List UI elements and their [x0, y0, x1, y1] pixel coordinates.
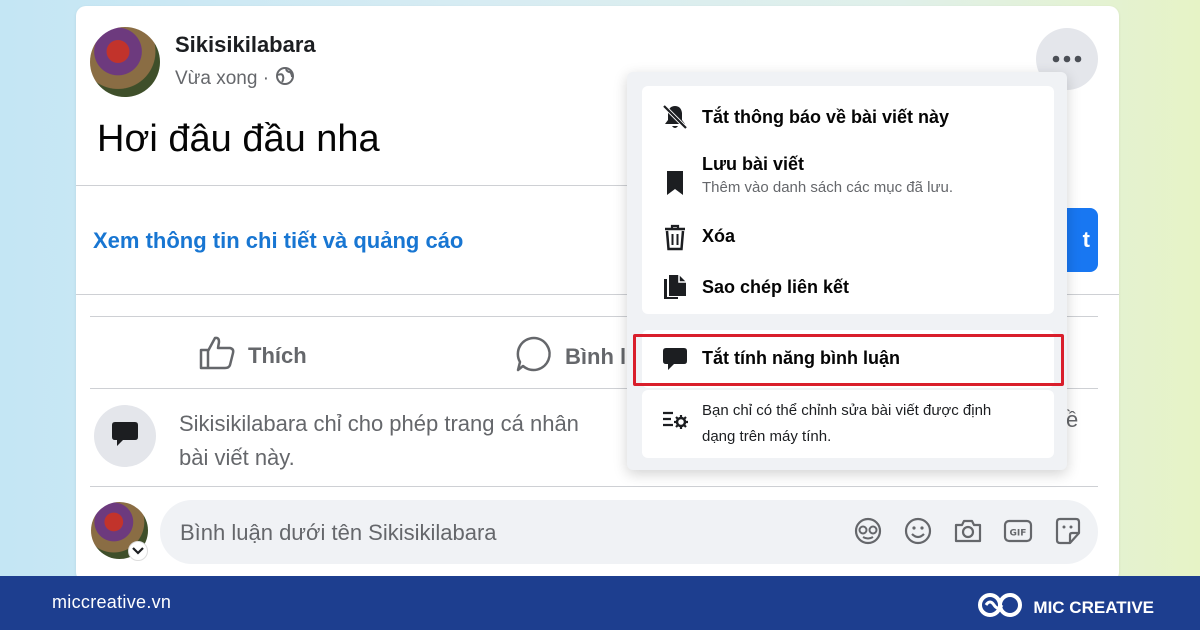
mic-logo-icon	[977, 590, 1023, 625]
restriction-line-2: bài viết này.	[179, 445, 295, 470]
menu-group-main: Tắt thông báo về bài viết này Lưu bài vi…	[642, 86, 1054, 314]
menu-item-mute-notifications[interactable]: Tắt thông báo về bài viết này	[642, 86, 1054, 146]
divider	[90, 486, 1098, 487]
comment-restriction-text: Sikisikilabara chỉ cho phép trang cá nhâ…	[179, 407, 629, 475]
footer-brand-name: MIC CREATIVE	[1033, 597, 1154, 617]
post-options-menu: Tắt thông báo về bài viết này Lưu bài vi…	[627, 72, 1067, 470]
menu-label-copy-link: Sao chép liên kết	[702, 277, 850, 297]
copy-icon	[660, 272, 690, 302]
comment-tools: GIF	[852, 515, 1084, 547]
divider	[76, 185, 636, 186]
footer-bar: miccreative.vn MIC CREATIVE	[0, 576, 1200, 630]
like-label: Thích	[248, 343, 307, 368]
like-button[interactable]: Thích	[198, 335, 307, 377]
post-meta: Vừa xong ·	[175, 66, 295, 92]
details-ads-link[interactable]: Xem thông tin chi tiết và quảng cáo	[93, 228, 463, 254]
author-avatar[interactable]	[90, 27, 160, 97]
restriction-text-tail: ề	[1066, 407, 1079, 432]
post-text: Hơi đâu đầu nha	[97, 118, 380, 160]
comment-input[interactable]: Bình luận dưới tên Sikisikilabara GIF	[160, 500, 1098, 564]
menu-item-edit-note: Bạn chỉ có thể chỉnh sửa bài viết được đ…	[642, 390, 1054, 458]
author-name[interactable]: Sikisikilabara	[175, 32, 316, 58]
sticker-icon[interactable]	[1052, 515, 1084, 547]
footer-website[interactable]: miccreative.vn	[52, 592, 171, 613]
restriction-line-1: Sikisikilabara chỉ cho phép trang cá nhâ…	[179, 411, 579, 436]
thumbs-up-icon	[198, 335, 236, 377]
edit-settings-icon	[660, 406, 690, 436]
menu-label-save: Lưu bài viết	[702, 154, 805, 174]
bell-off-icon	[660, 102, 690, 132]
emoji-icon[interactable]	[902, 515, 934, 547]
footer-brand: MIC CREATIVE	[977, 590, 1154, 625]
chevron-down-icon	[132, 542, 144, 560]
profile-switch-button[interactable]	[128, 541, 148, 561]
svg-text:GIF: GIF	[1010, 529, 1027, 539]
restriction-icon-circle	[94, 405, 156, 467]
speech-bubble-icon	[110, 419, 140, 454]
menu-label-delete: Xóa	[702, 226, 736, 246]
menu-item-copy-link[interactable]: Sao chép liên kết	[642, 262, 1054, 314]
menu-label-mute: Tắt thông báo về bài viết này	[702, 107, 950, 127]
comment-button[interactable]: Bình l	[515, 335, 626, 379]
edit-note-line-2: dạng trên máy tính.	[702, 428, 832, 445]
cta-label: t	[1082, 227, 1090, 252]
avatar-sticker-icon[interactable]	[852, 515, 884, 547]
bookmark-icon	[660, 168, 690, 198]
menu-item-save-post[interactable]: Lưu bài viết Thêm vào danh sách các mục …	[642, 146, 1054, 212]
menu-item-delete[interactable]: Xóa	[642, 212, 1054, 262]
highlight-box	[633, 334, 1064, 386]
comment-placeholder: Bình luận dưới tên Sikisikilabara	[180, 520, 497, 545]
camera-icon[interactable]	[952, 515, 984, 547]
comment-label: Bình l	[565, 344, 627, 369]
trash-icon	[660, 222, 690, 252]
comment-bubble-icon	[515, 335, 553, 379]
menu-sub-save: Thêm vào danh sách các mục đã lưu.	[702, 179, 954, 196]
post-time[interactable]: Vừa xong ·	[175, 68, 269, 90]
gif-icon[interactable]: GIF	[1002, 515, 1034, 547]
menu-group-edit-note: Bạn chỉ có thể chỉnh sửa bài viết được đ…	[642, 390, 1054, 458]
more-icon	[1052, 50, 1082, 68]
globe-icon	[275, 66, 295, 92]
edit-note-line-1: Bạn chỉ có thể chỉnh sửa bài viết được đ…	[702, 402, 992, 419]
